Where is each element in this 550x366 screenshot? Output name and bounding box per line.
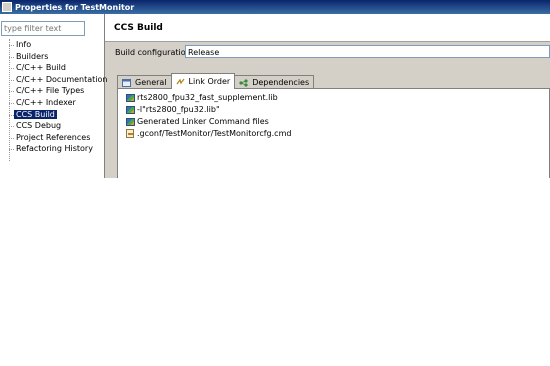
- list-item[interactable]: -l"rts2800_fpu32.lib": [126, 104, 220, 115]
- window-titlebar: Properties for TestMonitor: [0, 0, 550, 14]
- tab-label: Dependencies: [252, 78, 310, 87]
- dependencies-icon: [239, 78, 248, 87]
- library-icon: [126, 93, 135, 102]
- sidebar-item-label: Builders: [16, 51, 49, 61]
- tab-bar: General Link Order Dependencies: [117, 73, 315, 89]
- link-order-panel: rts2800_fpu32_fast_supplement.lib -l"rts…: [117, 88, 550, 178]
- sidebar-item-refactoring-history[interactable]: Refactoring History: [9, 143, 104, 155]
- filter-input[interactable]: [1, 21, 85, 36]
- library-icon: [126, 105, 135, 114]
- sidebar-item-cpp-build[interactable]: C/C++ Build: [9, 62, 104, 74]
- sidebar-item-label: CCS Debug: [16, 121, 62, 131]
- list-item-label: -l"rts2800_fpu32.lib": [137, 105, 220, 114]
- link-order-icon: [176, 78, 185, 86]
- sidebar-item-label: C/C++ Indexer: [16, 97, 76, 107]
- list-item-label: .gconf/TestMonitor/TestMonitorcfg.cmd: [137, 129, 292, 138]
- tab-label: Link Order: [188, 77, 231, 86]
- sidebar-item-ccs-build[interactable]: CCS Build: [9, 109, 104, 121]
- window-body: Info Builders C/C++ Build C/C++ Document…: [0, 14, 550, 178]
- sidebar-item-label: C/C++ Build: [16, 63, 66, 73]
- tab-link-order[interactable]: Link Order: [170, 73, 236, 89]
- sidebar-item-cpp-indexer[interactable]: C/C++ Indexer: [9, 97, 104, 109]
- list-item[interactable]: .gconf/TestMonitor/TestMonitorcfg.cmd: [126, 128, 291, 139]
- window-title: Properties for TestMonitor: [15, 2, 135, 12]
- sidebar-tree: Info Builders C/C++ Build C/C++ Document…: [9, 39, 108, 155]
- sidebar-item-info[interactable]: Info: [9, 39, 104, 51]
- sidebar-item-label: C/C++ Documentation: [16, 74, 108, 84]
- sidebar: Info Builders C/C++ Build C/C++ Document…: [0, 14, 108, 178]
- sidebar-item-builders[interactable]: Builders: [9, 51, 104, 63]
- sidebar-item-label: Info: [16, 40, 32, 49]
- config-label: Build configuration:: [115, 48, 194, 57]
- sidebar-item-label: Refactoring History: [16, 144, 93, 154]
- tab-label: General: [135, 78, 167, 87]
- sidebar-item-project-references[interactable]: Project References: [9, 132, 104, 144]
- list-item[interactable]: Generated Linker Command files: [126, 116, 269, 127]
- sidebar-item-cpp-documentation[interactable]: C/C++ Documentation: [9, 74, 108, 86]
- cmd-file-icon: [126, 129, 134, 138]
- library-icon: [126, 117, 135, 126]
- sidebar-item-label: CCS Build: [14, 109, 57, 119]
- sidebar-item-label: Project References: [16, 132, 91, 142]
- main-pane: CCS Build Build configuration: Release G…: [105, 14, 550, 178]
- sidebar-item-label: C/C++ File Types: [16, 86, 85, 96]
- general-icon: [122, 78, 131, 87]
- app-icon: [2, 2, 12, 12]
- sidebar-item-ccs-debug[interactable]: CCS Debug: [9, 120, 104, 132]
- list-item-label: rts2800_fpu32_fast_supplement.lib: [137, 93, 278, 102]
- sidebar-item-cpp-file-types[interactable]: C/C++ File Types: [9, 85, 104, 97]
- tab-general[interactable]: General: [117, 75, 172, 89]
- list-item-label: Generated Linker Command files: [137, 117, 269, 126]
- config-select[interactable]: Release: [185, 45, 550, 58]
- page-title: CCS Build: [105, 14, 550, 42]
- list-item[interactable]: rts2800_fpu32_fast_supplement.lib: [126, 92, 278, 103]
- tab-dependencies[interactable]: Dependencies: [234, 75, 315, 89]
